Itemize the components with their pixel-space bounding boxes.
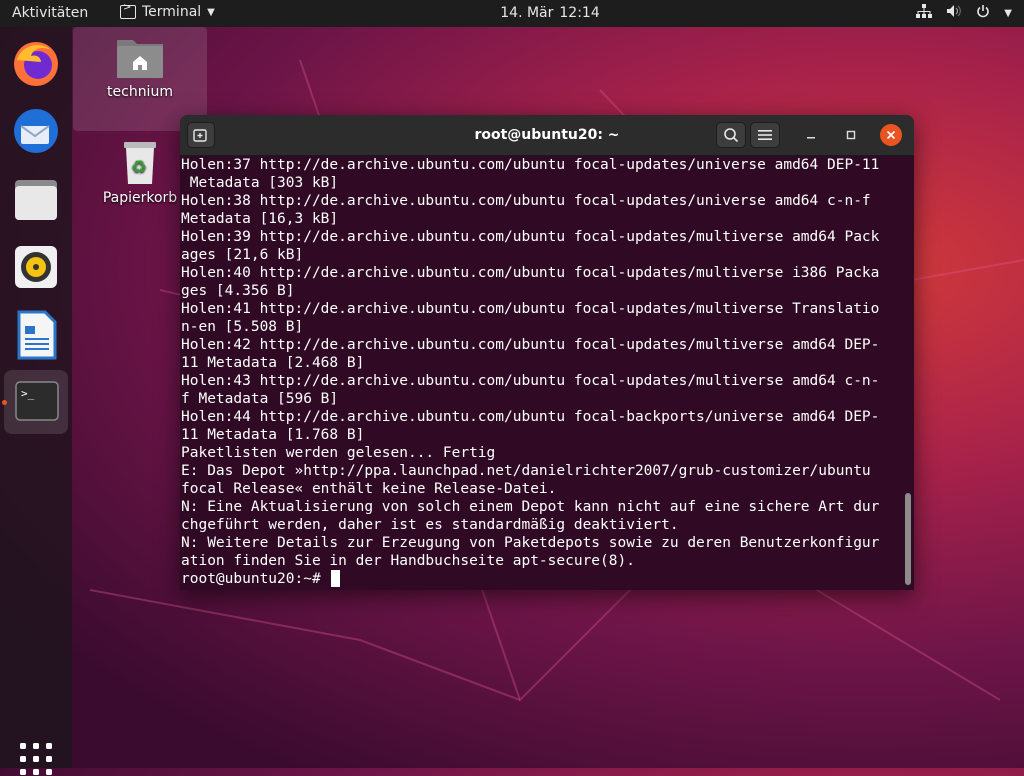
close-button[interactable] — [880, 124, 902, 146]
desktop-home-folder[interactable]: technium — [95, 34, 185, 100]
search-button[interactable] — [716, 122, 746, 148]
terminal-line: N: Eine Aktualisierung von solch einem D… — [181, 499, 880, 515]
show-applications-icon[interactable] — [19, 742, 53, 776]
chevron-down-icon: ▼ — [1004, 7, 1012, 19]
dock-files[interactable] — [9, 172, 63, 226]
terminal-output[interactable]: Holen:37 http://de.archive.ubuntu.com/ub… — [181, 156, 903, 588]
terminal-line: Holen:43 http://de.archive.ubuntu.com/ub… — [181, 373, 880, 389]
terminal-line: Paketlisten werden gelesen... Fertig — [181, 445, 496, 461]
clock[interactable]: 14. Mär 12:14 — [0, 5, 1024, 21]
minimize-button[interactable] — [800, 124, 822, 146]
terminal-line: Holen:37 http://de.archive.ubuntu.com/ub… — [181, 157, 880, 173]
svg-text:>_: >_ — [21, 387, 35, 400]
home-folder-icon — [117, 40, 163, 78]
terminal-line: Holen:41 http://de.archive.ubuntu.com/ub… — [181, 301, 880, 317]
running-indicator — [2, 400, 7, 405]
volume-icon — [946, 4, 962, 22]
writer-icon — [17, 310, 57, 360]
terminal-line: n-en [5.508 B] — [181, 319, 304, 335]
terminal-line: N: Weitere Details zur Erzeugung von Pak… — [181, 535, 880, 551]
terminal-line: chgeführt werden, daher ist es standardm… — [181, 517, 679, 533]
home-folder-label: technium — [107, 84, 173, 100]
terminal-line: Holen:39 http://de.archive.ubuntu.com/ub… — [181, 229, 880, 245]
maximize-icon — [846, 130, 856, 140]
terminal-line: Holen:42 http://de.archive.ubuntu.com/ub… — [181, 337, 880, 353]
terminal-line: ages [21,6 kB] — [181, 247, 304, 263]
dock: >_ — [0, 27, 72, 775]
svg-text:♻: ♻ — [131, 157, 147, 178]
files-icon — [15, 180, 57, 220]
terminal-line: ges [4.356 B] — [181, 283, 295, 299]
terminal-prompt: root@ubuntu20:~# — [181, 571, 330, 587]
thunderbird-icon — [14, 109, 58, 153]
hamburger-icon — [758, 130, 772, 140]
terminal-window: root@ubuntu20: ~ Holen:37 http://de.arch… — [180, 115, 914, 590]
terminal-line: focal Release« enthält keine Release-Dat… — [181, 481, 557, 497]
terminal-line: Metadata [303 kB] — [181, 175, 339, 191]
search-icon — [724, 128, 739, 143]
dock-firefox[interactable] — [9, 36, 63, 90]
power-icon — [976, 4, 990, 22]
trash-icon: ♻ — [124, 142, 156, 184]
menu-button[interactable] — [750, 122, 780, 148]
terminal-line: ation finden Sie in der Handbuchseite ap… — [181, 553, 635, 569]
close-icon — [886, 130, 896, 140]
terminal-cursor — [331, 570, 341, 587]
top-bar: Aktivitäten Terminal ▼ 14. Mär12:14 ▼ — [0, 0, 1024, 27]
terminal-header-bar[interactable]: root@ubuntu20: ~ — [180, 115, 914, 156]
system-tray[interactable]: ▼ — [916, 4, 1012, 22]
clock-time: 12:14 — [559, 5, 600, 21]
terminal-line: E: Das Depot »http://ppa.launchpad.net/d… — [181, 463, 871, 479]
dock-terminal[interactable]: >_ — [4, 370, 68, 434]
desktop-trash[interactable]: ♻ Papierkorb — [95, 140, 185, 206]
terminal-line: 11 Metadata [1.768 B] — [181, 427, 365, 443]
terminal-line: Metadata [16,3 kB] — [181, 211, 339, 227]
terminal-line: 11 Metadata [2.468 B] — [181, 355, 365, 371]
maximize-button[interactable] — [840, 124, 862, 146]
clock-date: 14. Mär — [500, 5, 554, 21]
terminal-prompt-line: root@ubuntu20:~# — [181, 570, 903, 588]
firefox-icon — [14, 42, 58, 86]
terminal-line: Holen:38 http://de.archive.ubuntu.com/ub… — [181, 193, 871, 209]
network-icon — [916, 4, 933, 22]
rhythmbox-icon — [15, 246, 57, 288]
terminal-line: Holen:44 http://de.archive.ubuntu.com/ub… — [181, 409, 880, 425]
terminal-line: f Metadata [596 B] — [181, 391, 339, 407]
terminal-line: Holen:40 http://de.archive.ubuntu.com/ub… — [181, 265, 880, 281]
dock-libreoffice-writer[interactable] — [9, 308, 63, 362]
terminal-icon: >_ — [15, 381, 59, 421]
dock-thunderbird[interactable] — [9, 104, 63, 158]
dock-rhythmbox[interactable] — [9, 240, 63, 294]
minimize-icon — [807, 137, 815, 139]
trash-label: Papierkorb — [102, 190, 178, 206]
scrollbar-thumb[interactable] — [905, 493, 911, 585]
